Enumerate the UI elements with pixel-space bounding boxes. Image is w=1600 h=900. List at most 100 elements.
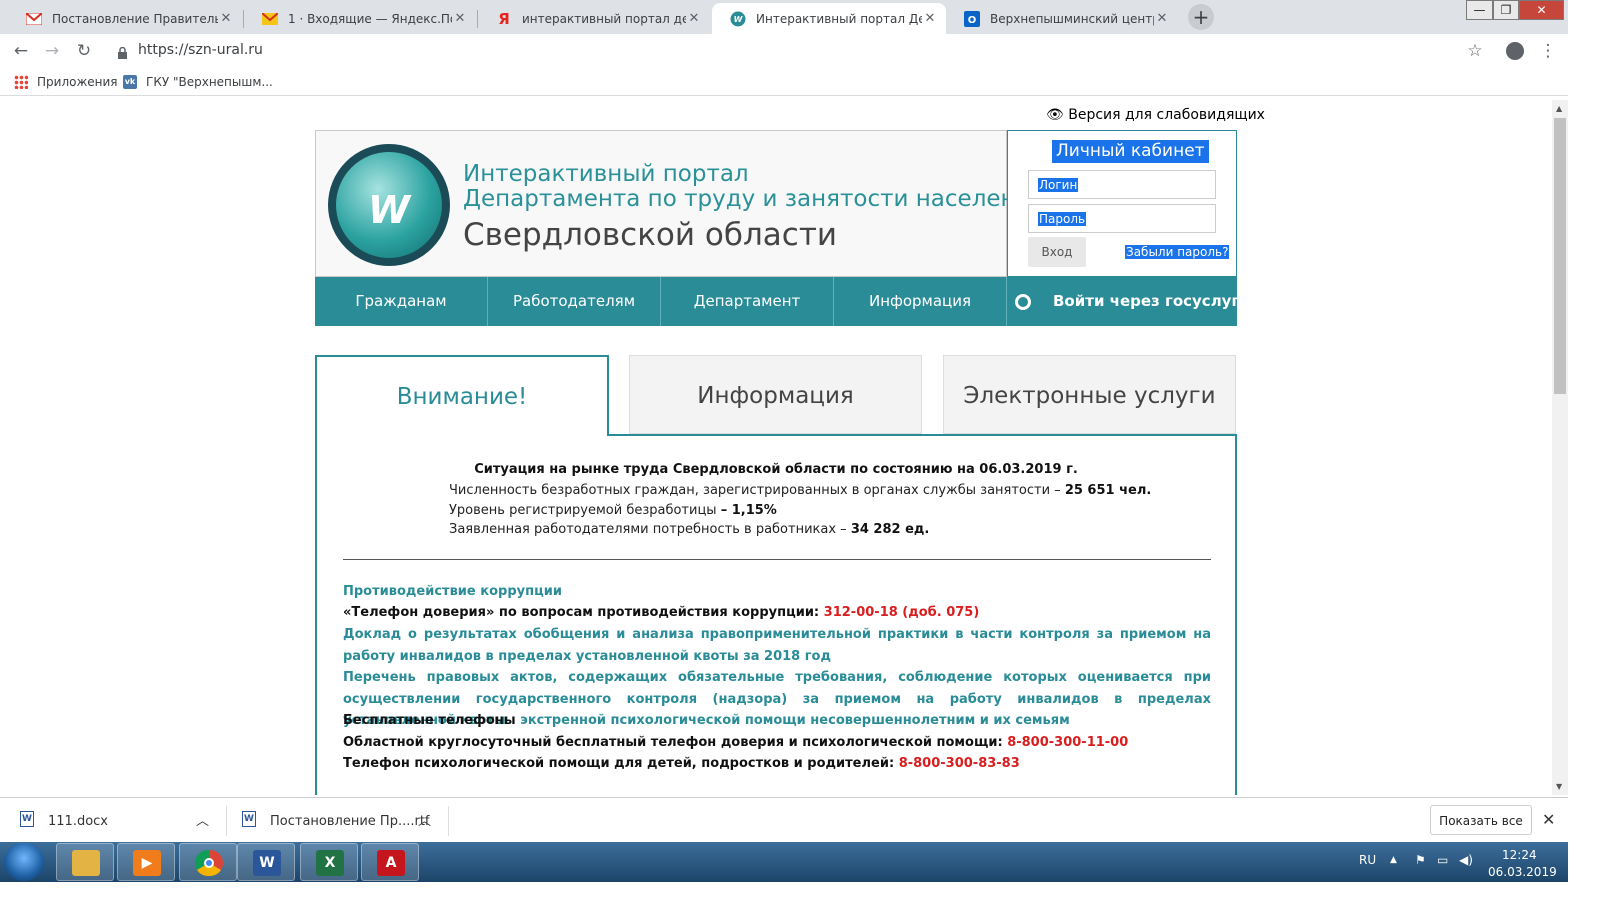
url-text: https://szn-ural.ru — [138, 42, 263, 58]
children-hotline-line: Телефон психологической помощи для детей… — [343, 756, 1020, 771]
bookmark-gku[interactable]: vk ГКУ "Верхнепышм... — [123, 75, 273, 89]
media-player-icon: ▶ — [133, 850, 161, 876]
clock-date[interactable]: 06.03.2019 — [1488, 865, 1557, 879]
regional-hotline-line: Областной круглосуточный бесплатный теле… — [343, 735, 1129, 750]
stat-unemployed: Численность безработных граждан, зарегис… — [449, 483, 1152, 498]
taskbar-explorer[interactable] — [56, 843, 114, 881]
personal-cabinet: Личный кабинет Логин Пароль Вход Забыли … — [1007, 130, 1237, 277]
taskbar-excel[interactable]: X — [300, 843, 358, 881]
taskbar-chrome[interactable] — [179, 843, 237, 881]
header-title-line1: Интерактивный портал — [463, 161, 749, 187]
report-link[interactable]: Доклад о результатах обобщения и анализа… — [343, 624, 1211, 667]
close-icon[interactable]: ✕ — [1542, 810, 1555, 829]
chrome-icon — [195, 850, 223, 876]
chevron-up-icon[interactable]: ︿ — [418, 810, 431, 829]
acrobat-icon: A — [377, 850, 405, 876]
menu-icon[interactable]: ⋮ — [1538, 41, 1558, 61]
vk-icon: vk — [123, 75, 137, 89]
reload-icon[interactable]: ↻ — [74, 41, 94, 61]
tray-expand-icon[interactable]: ▲ — [1390, 855, 1397, 865]
tab-information[interactable]: Информация — [629, 355, 922, 434]
star-icon[interactable]: ☆ — [1465, 41, 1485, 61]
regional-phone: 8-800-300-11-00 — [1007, 735, 1129, 750]
bookmark-apps[interactable]: Приложения — [14, 75, 118, 89]
scroll-up-icon[interactable]: ▲ — [1556, 104, 1562, 113]
browser-tab[interactable]: Я интерактивный портал департ ✕ — [478, 3, 710, 34]
login-field[interactable]: Логин — [1028, 170, 1216, 199]
close-icon[interactable]: ✕ — [452, 11, 468, 26]
szn-portal-icon: W — [730, 11, 746, 27]
eye-icon: 👁 — [1046, 107, 1064, 123]
scrollbar-thumb[interactable] — [1554, 118, 1566, 394]
apps-grid-icon — [14, 75, 28, 89]
clock-time[interactable]: 12:24 — [1502, 848, 1537, 862]
taskbar-acrobat[interactable]: A — [361, 843, 419, 881]
close-icon[interactable]: ✕ — [686, 11, 702, 26]
bookmarks-bar: Приложения vk ГКУ "Верхнепышм... — [0, 68, 1568, 96]
accessibility-link[interactable]: 👁 Версия для слабовидящих — [1046, 107, 1265, 123]
yandex-mail-icon — [262, 11, 278, 27]
back-icon[interactable]: ← — [11, 41, 31, 61]
chevron-up-icon[interactable]: ︿ — [196, 810, 209, 829]
network-icon[interactable]: ▭ — [1437, 853, 1448, 867]
start-button[interactable] — [4, 843, 44, 881]
password-field[interactable]: Пароль — [1028, 204, 1216, 233]
tab-attention[interactable]: Внимание! — [315, 355, 609, 436]
new-tab-button[interactable]: + — [1188, 4, 1214, 30]
volume-icon[interactable]: ◀) — [1459, 853, 1473, 867]
divider — [343, 559, 1211, 560]
tab-e-services[interactable]: Электронные услуги — [943, 355, 1236, 434]
header-title-line3: Свердловской области — [463, 217, 838, 253]
nav-information[interactable]: Информация — [834, 277, 1007, 326]
tab-content-panel: Ситуация на рынке труда Свердловской обл… — [315, 434, 1237, 795]
minimize-button[interactable]: — — [1466, 0, 1493, 20]
address-bar[interactable]: https://szn-ural.ru — [108, 39, 1498, 63]
portal-logo[interactable]: W — [328, 144, 450, 266]
site-header: W Интерактивный портал Департамента по т… — [315, 130, 1044, 277]
anticorruption-link[interactable]: Противодействие коррупции — [343, 581, 1211, 603]
download-item[interactable]: W Постановление Пр....rtf ︿ — [242, 798, 437, 843]
close-icon[interactable]: ✕ — [1154, 11, 1170, 26]
close-icon[interactable]: ✕ — [922, 11, 938, 26]
stat-unemployment-rate: Уровень регистрируемой безработицы – 1,1… — [449, 503, 777, 518]
lock-icon — [118, 44, 127, 59]
browser-toolbar: ← → ↻ https://szn-ural.ru ☆ ⋮ — [0, 34, 1568, 68]
forgot-password-link[interactable]: Забыли пароль? — [1125, 245, 1230, 259]
taskbar-word[interactable]: W — [237, 843, 295, 881]
close-icon[interactable]: ✕ — [218, 11, 234, 26]
windows-taskbar: ▶ W X A RU ▲ ⚑ ▭ ◀) 12:24 06.03.2019 — [0, 842, 1568, 882]
downloads-bar: W 111.docx ︿ W Постановление Пр....rtf ︿… — [0, 797, 1568, 842]
action-center-icon[interactable]: ⚑ — [1415, 853, 1426, 867]
stat-vacancies: Заявленная работодателями потребность в … — [449, 522, 930, 537]
word-doc-icon: W — [242, 811, 256, 827]
gmail-icon — [26, 11, 42, 27]
browser-tab[interactable]: O Верхнепышминский центр зан ✕ — [946, 3, 1178, 34]
language-indicator[interactable]: RU — [1359, 853, 1376, 867]
browser-tab[interactable]: 1 · Входящие — Яндекс.Почта ✕ — [244, 3, 476, 34]
outlook-icon: O — [964, 10, 980, 27]
excel-icon: X — [316, 850, 344, 876]
free-phones-link[interactable]: экстренной психологической помощи несове… — [520, 713, 1070, 728]
nav-citizens[interactable]: Гражданам — [315, 277, 488, 326]
svg-text:O: O — [968, 15, 977, 26]
download-item[interactable]: W 111.docx ︿ — [20, 798, 215, 843]
forward-icon[interactable]: → — [42, 41, 62, 61]
profile-icon[interactable] — [1506, 42, 1524, 60]
svg-text:W: W — [734, 15, 744, 24]
children-phone: 8-800-300-83-83 — [898, 756, 1020, 771]
gosuslugi-login-button[interactable]: Войти через госуслуги — [1007, 277, 1250, 326]
page-viewport: 👁 Версия для слабовидящих W Интерактивны… — [0, 100, 1552, 795]
browser-tab-active[interactable]: W Интерактивный портал Департа ✕ — [712, 3, 946, 34]
maximize-button[interactable]: ❐ — [1493, 0, 1519, 20]
word-icon: W — [253, 850, 281, 876]
free-phones-line: Бесплатные телефоны экстренной психологи… — [343, 713, 1070, 728]
page-scrollbar[interactable]: ▲ ▼ — [1552, 100, 1568, 795]
nav-employers[interactable]: Работодателям — [488, 277, 661, 326]
browser-tab[interactable]: Постановление Правительства ✕ — [8, 3, 242, 34]
taskbar-media-player[interactable]: ▶ — [117, 843, 175, 881]
window-close-button[interactable]: ✕ — [1519, 0, 1564, 20]
show-all-downloads-button[interactable]: Показать все — [1430, 805, 1532, 835]
scroll-down-icon[interactable]: ▼ — [1556, 782, 1562, 791]
nav-department[interactable]: Департамент — [661, 277, 834, 326]
login-button[interactable]: Вход — [1028, 237, 1086, 267]
